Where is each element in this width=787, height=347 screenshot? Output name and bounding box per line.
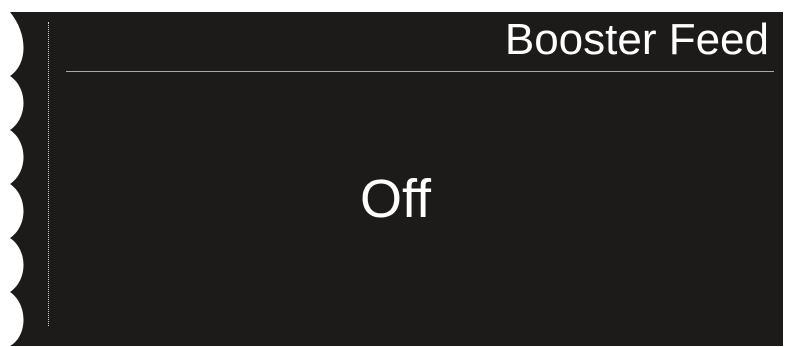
title-divider bbox=[66, 71, 774, 72]
booster-feed-tag[interactable]: Booster Feed Off bbox=[0, 0, 787, 347]
feed-status-value: Off bbox=[360, 169, 432, 229]
perforation-line bbox=[48, 22, 49, 326]
tag-title: Booster Feed bbox=[504, 15, 769, 64]
